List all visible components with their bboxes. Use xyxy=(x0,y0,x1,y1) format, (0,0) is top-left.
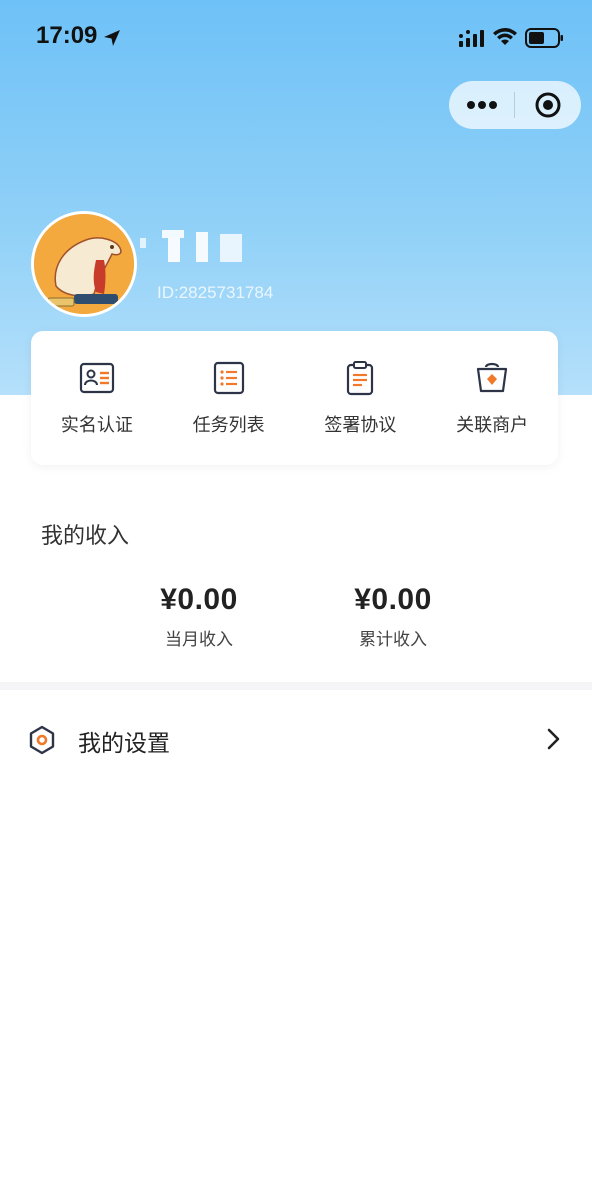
quick-action-sign-agreement[interactable]: 签署协议 xyxy=(295,331,427,465)
clipboard-icon xyxy=(347,361,374,396)
merchant-bag-icon xyxy=(477,362,508,393)
quick-action-linked-merchant[interactable]: 关联商户 xyxy=(426,331,558,465)
quick-action-task-list[interactable]: 任务列表 xyxy=(163,331,295,465)
location-arrow-icon xyxy=(104,30,120,46)
task-list-icon xyxy=(213,361,244,395)
income-section-title: 我的收入 xyxy=(41,524,130,549)
target-circle-icon xyxy=(535,92,560,118)
miniprogram-capsule xyxy=(449,81,581,129)
ellipsis-icon xyxy=(466,101,497,109)
status-bar: 17:09 xyxy=(0,0,592,76)
total-income: ¥0.00 累计收入 xyxy=(323,583,463,650)
monthly-income-amount: ¥0.00 xyxy=(160,583,238,616)
close-miniprogram-button[interactable] xyxy=(515,81,580,129)
id-card-icon xyxy=(79,362,114,394)
section-divider xyxy=(0,682,592,690)
quick-action-real-name[interactable]: 实名认证 xyxy=(31,331,163,465)
monthly-income: ¥0.00 当月收入 xyxy=(129,583,269,650)
avatar[interactable] xyxy=(31,211,137,317)
monthly-income-label: 当月收入 xyxy=(165,630,233,650)
cellular-signal-icon xyxy=(459,30,484,47)
quick-action-label: 签署协议 xyxy=(324,415,397,436)
chevron-right-icon xyxy=(547,728,560,750)
quick-actions-card: 实名认证 任务列表 签署协议 关联商户 xyxy=(31,331,558,465)
total-income-amount: ¥0.00 xyxy=(354,583,432,616)
avatar-illustration xyxy=(34,214,134,314)
my-settings-row[interactable]: 我的设置 xyxy=(0,708,592,772)
wifi-icon xyxy=(493,28,517,45)
user-id: ID:2825731784 xyxy=(157,283,274,302)
quick-action-label: 关联商户 xyxy=(456,415,529,436)
more-options-button[interactable] xyxy=(449,81,514,129)
nickname-blurred xyxy=(140,230,242,262)
my-settings-label: 我的设置 xyxy=(78,731,170,757)
hexagon-settings-icon xyxy=(29,725,55,755)
battery-icon xyxy=(525,28,563,48)
quick-action-label: 任务列表 xyxy=(192,415,265,436)
quick-action-label: 实名认证 xyxy=(60,415,133,436)
status-time: 17:09 xyxy=(36,22,98,49)
total-income-label: 累计收入 xyxy=(359,630,427,650)
